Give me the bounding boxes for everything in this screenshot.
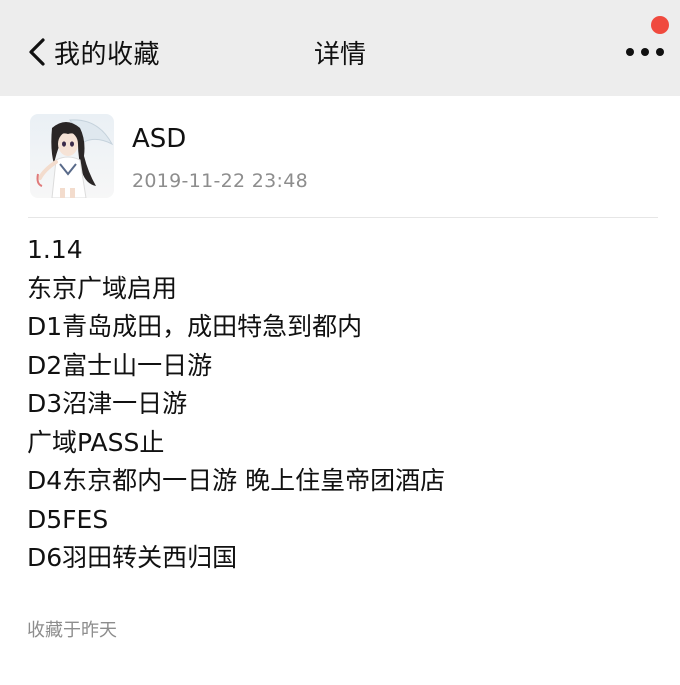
note-line: D3沼津一日游: [27, 389, 188, 418]
note-line: D1青岛成田，成田特急到都内: [27, 312, 363, 341]
more-options-button[interactable]: [620, 30, 670, 70]
note-body: 1.14 东京广域启用 D1青岛成田，成田特急到都内 D2富士山一日游 D3沼津…: [27, 231, 657, 578]
note-line: 广域PASS止: [27, 427, 165, 457]
favorite-detail: ASD 2019-11-22 23:48 1.14 东京广域启用 D1青岛成田，…: [0, 96, 680, 685]
more-dots-icon: [620, 30, 670, 70]
notification-dot: [651, 16, 669, 34]
note-line: 东京广域启用: [27, 273, 178, 303]
user-avatar-icon: [30, 114, 114, 198]
saved-time-label: 收藏于昨天: [27, 620, 117, 641]
top-nav-bar: 我的收藏 详情: [0, 0, 680, 96]
note-line: D5FES: [27, 504, 109, 534]
post-timestamp: 2019-11-22 23:48: [132, 170, 309, 192]
note-line: D6羽田转关西归国: [27, 543, 238, 572]
note-line: D2富士山一日游: [27, 350, 213, 380]
note-line: 1.14: [27, 235, 83, 264]
author-name: ASD: [132, 124, 187, 154]
page-title: 详情: [313, 40, 366, 70]
avatar[interactable]: [30, 114, 114, 198]
note-line: D4东京都内一日游 晚上住皇帝团酒店: [27, 466, 446, 495]
divider: [28, 217, 658, 218]
